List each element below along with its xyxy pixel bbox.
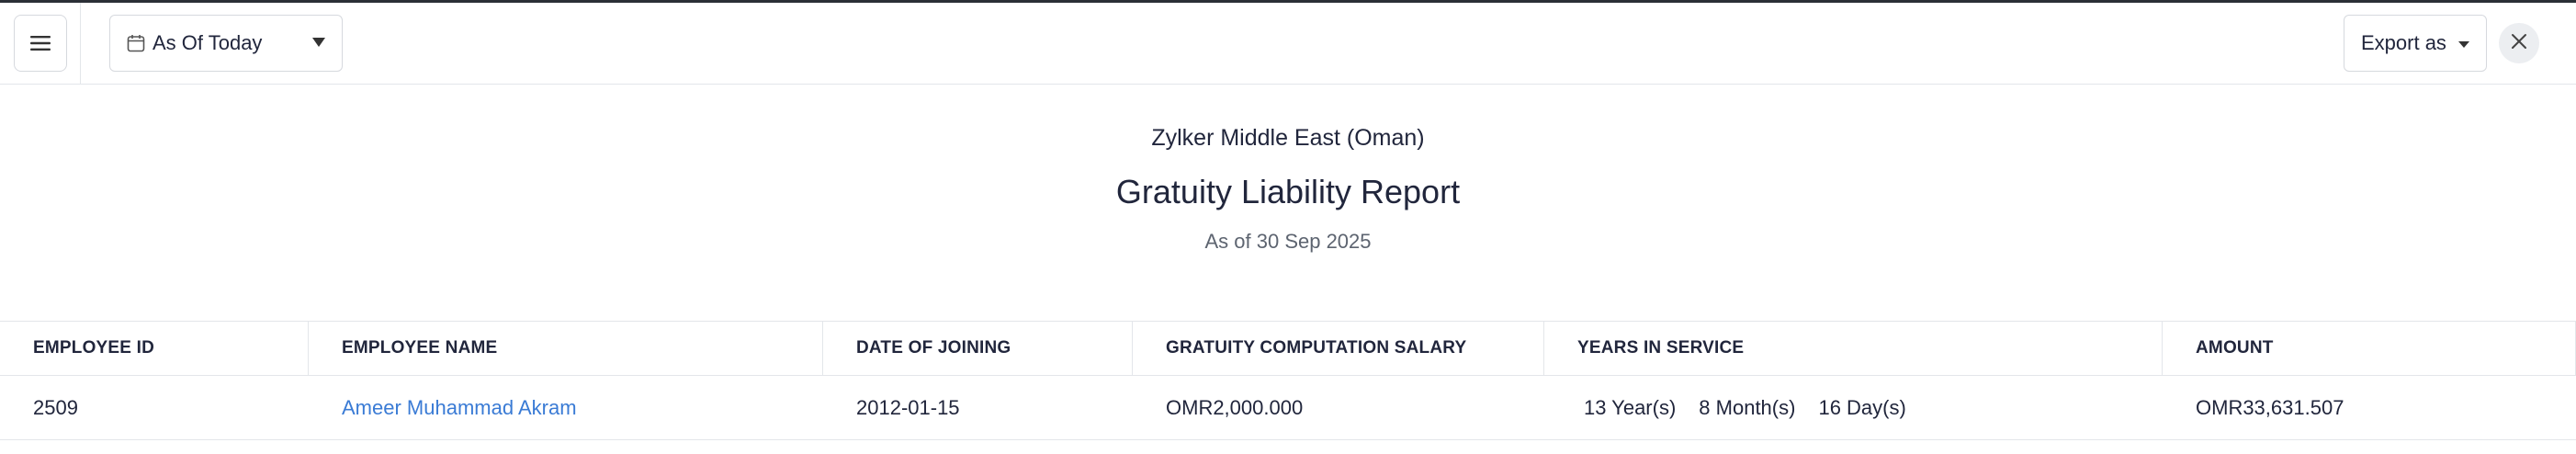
salary-cell: OMR2,000.000: [1166, 395, 1304, 419]
service-years: 13 Year(s): [1584, 395, 1677, 419]
export-label: Export as: [2361, 31, 2446, 54]
table-header: EMPLOYEE ID EMPLOYEE NAME DATE OF JOININ…: [0, 322, 2576, 376]
date-filter-dropdown[interactable]: As Of Today: [109, 15, 343, 72]
calendar-icon: [127, 34, 145, 52]
organization-name: Zylker Middle East (Oman): [1151, 125, 1425, 151]
employee-name-link[interactable]: Ameer Muhammad Akram: [342, 396, 577, 420]
amount-cell: OMR33,631.507: [2196, 395, 2344, 419]
toolbar-divider: [80, 3, 81, 85]
gratuity-table: EMPLOYEE ID EMPLOYEE NAME DATE OF JOININ…: [0, 321, 2576, 440]
table-body: 2509 Ameer Muhammad Akram 2012-01-15 OMR…: [0, 376, 2576, 440]
menu-button[interactable]: [14, 15, 67, 72]
page-title: Gratuity Liability Report: [1115, 173, 1461, 210]
employee-name-cell: Ameer Muhammad Akram: [309, 376, 823, 439]
column-header-employee-id: EMPLOYEE ID: [0, 322, 309, 375]
date-filter-label: As Of Today: [153, 31, 263, 54]
column-header-years-in-service: YEARS IN SERVICE: [1544, 322, 2163, 375]
employee-id-cell: 2509: [33, 395, 78, 419]
hamburger-menu-icon: [30, 36, 51, 51]
column-header-amount: AMOUNT: [2163, 322, 2576, 375]
table-row: 2509 Ameer Muhammad Akram 2012-01-15 OMR…: [0, 376, 2576, 440]
close-button[interactable]: [2499, 23, 2539, 63]
toolbar: As Of Today Export as: [0, 3, 2576, 85]
service-months: 8 Month(s): [1699, 395, 1796, 419]
years-in-service-cell: 13 Year(s) 8 Month(s) 16 Day(s): [1544, 376, 2163, 439]
caret-down-icon: [312, 38, 325, 47]
column-header-employee-name: EMPLOYEE NAME: [309, 322, 823, 375]
report-header: Zylker Middle East (Oman) Gratuity Liabi…: [0, 85, 2576, 321]
report-date: As of 30 Sep 2025: [1204, 230, 1372, 253]
service-days: 16 Day(s): [1818, 395, 1906, 419]
column-header-salary: GRATUITY COMPUTATION SALARY: [1133, 322, 1544, 375]
column-header-date-of-joining: DATE OF JOINING: [823, 322, 1133, 375]
date-of-joining-cell: 2012-01-15: [856, 395, 960, 419]
export-button[interactable]: Export as: [2344, 15, 2487, 72]
caret-down-icon: [2458, 41, 2469, 48]
close-icon: [2511, 33, 2527, 54]
